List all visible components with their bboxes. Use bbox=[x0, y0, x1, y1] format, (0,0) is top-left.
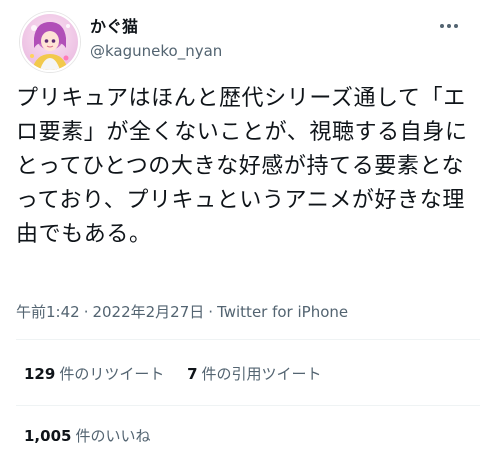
tweet-text: プリキュアはほんと歴代シリーズ通して「エロ要素」が全くないことが、視聴する自身に… bbox=[16, 86, 468, 247]
likes-stat[interactable]: 1,005 件のいいね bbox=[24, 424, 150, 448]
engagement-stats: 129 件のリツイート 7 件の引用ツイート bbox=[24, 362, 340, 386]
avatar[interactable] bbox=[20, 12, 80, 72]
tweet-date[interactable]: 2022年2月27日 bbox=[92, 303, 204, 321]
user-handle[interactable]: @kaguneko_nyan bbox=[90, 40, 222, 62]
tweet-header: かぐ猫 @kaguneko_nyan bbox=[16, 8, 464, 72]
tweet-time[interactable]: 午前1:42 bbox=[16, 303, 80, 321]
retweet-label: 件のリツイート bbox=[59, 365, 165, 383]
tweet-source[interactable]: Twitter for iPhone bbox=[217, 303, 348, 321]
retweets-stat[interactable]: 129 件のリツイート bbox=[24, 362, 164, 386]
like-label: 件のいいね bbox=[75, 427, 151, 445]
more-options-button[interactable] bbox=[434, 14, 464, 38]
avatar-image bbox=[22, 14, 78, 70]
retweet-count: 129 bbox=[24, 365, 56, 383]
quotes-stat[interactable]: 7 件の引用ツイート bbox=[187, 362, 321, 386]
divider bbox=[16, 405, 480, 406]
display-name[interactable]: かぐ猫 bbox=[90, 16, 222, 38]
divider bbox=[16, 339, 480, 340]
tweet-meta: 午前1:42 · 2022年2月27日 · Twitter for iPhone bbox=[16, 300, 348, 324]
more-horizontal-icon bbox=[439, 24, 460, 28]
user-names: かぐ猫 @kaguneko_nyan bbox=[90, 16, 222, 62]
meta-separator: · bbox=[208, 303, 214, 321]
quote-label: 件の引用ツイート bbox=[201, 365, 322, 383]
meta-separator: · bbox=[83, 303, 89, 321]
quote-count: 7 bbox=[187, 365, 198, 383]
like-count: 1,005 bbox=[24, 427, 72, 445]
likes-row: 1,005 件のいいね bbox=[24, 424, 168, 448]
